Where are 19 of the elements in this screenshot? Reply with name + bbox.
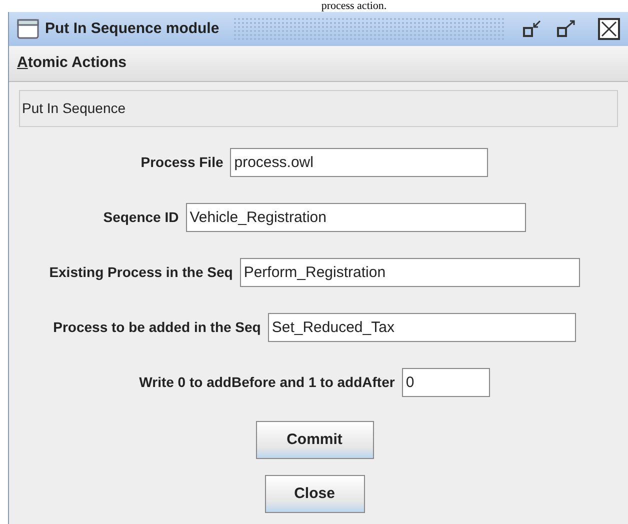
maximize-button[interactable] <box>554 18 578 40</box>
menu-item[interactable]: Atomic Actions <box>17 52 126 75</box>
window-icon <box>17 19 39 39</box>
text-field[interactable]: Perform_Registration <box>240 258 580 286</box>
text-field[interactable]: Set_Reduced_Tax <box>268 312 576 342</box>
field-label: Process File <box>140 152 224 172</box>
text-field[interactable]: 0 <box>402 368 490 396</box>
dialog-button[interactable]: Commit <box>256 421 374 459</box>
panel-title: Put In Sequence <box>22 99 126 118</box>
window-title: Put In Sequence module <box>45 18 220 39</box>
close-button[interactable] <box>598 18 620 40</box>
dialog-button[interactable]: Close <box>264 475 364 513</box>
caption-text: process action. <box>321 0 387 12</box>
field-label: Seqence ID <box>103 208 179 227</box>
field-label: Write 0 to addBefore and 1 to addAfter <box>139 372 395 392</box>
text-field[interactable]: Vehicle_Registration <box>186 202 526 232</box>
field-label: Process to be added in the Seq <box>53 318 261 337</box>
field-label: Existing Process in the Seq <box>49 262 233 282</box>
text-field[interactable]: process.owl <box>230 148 488 176</box>
